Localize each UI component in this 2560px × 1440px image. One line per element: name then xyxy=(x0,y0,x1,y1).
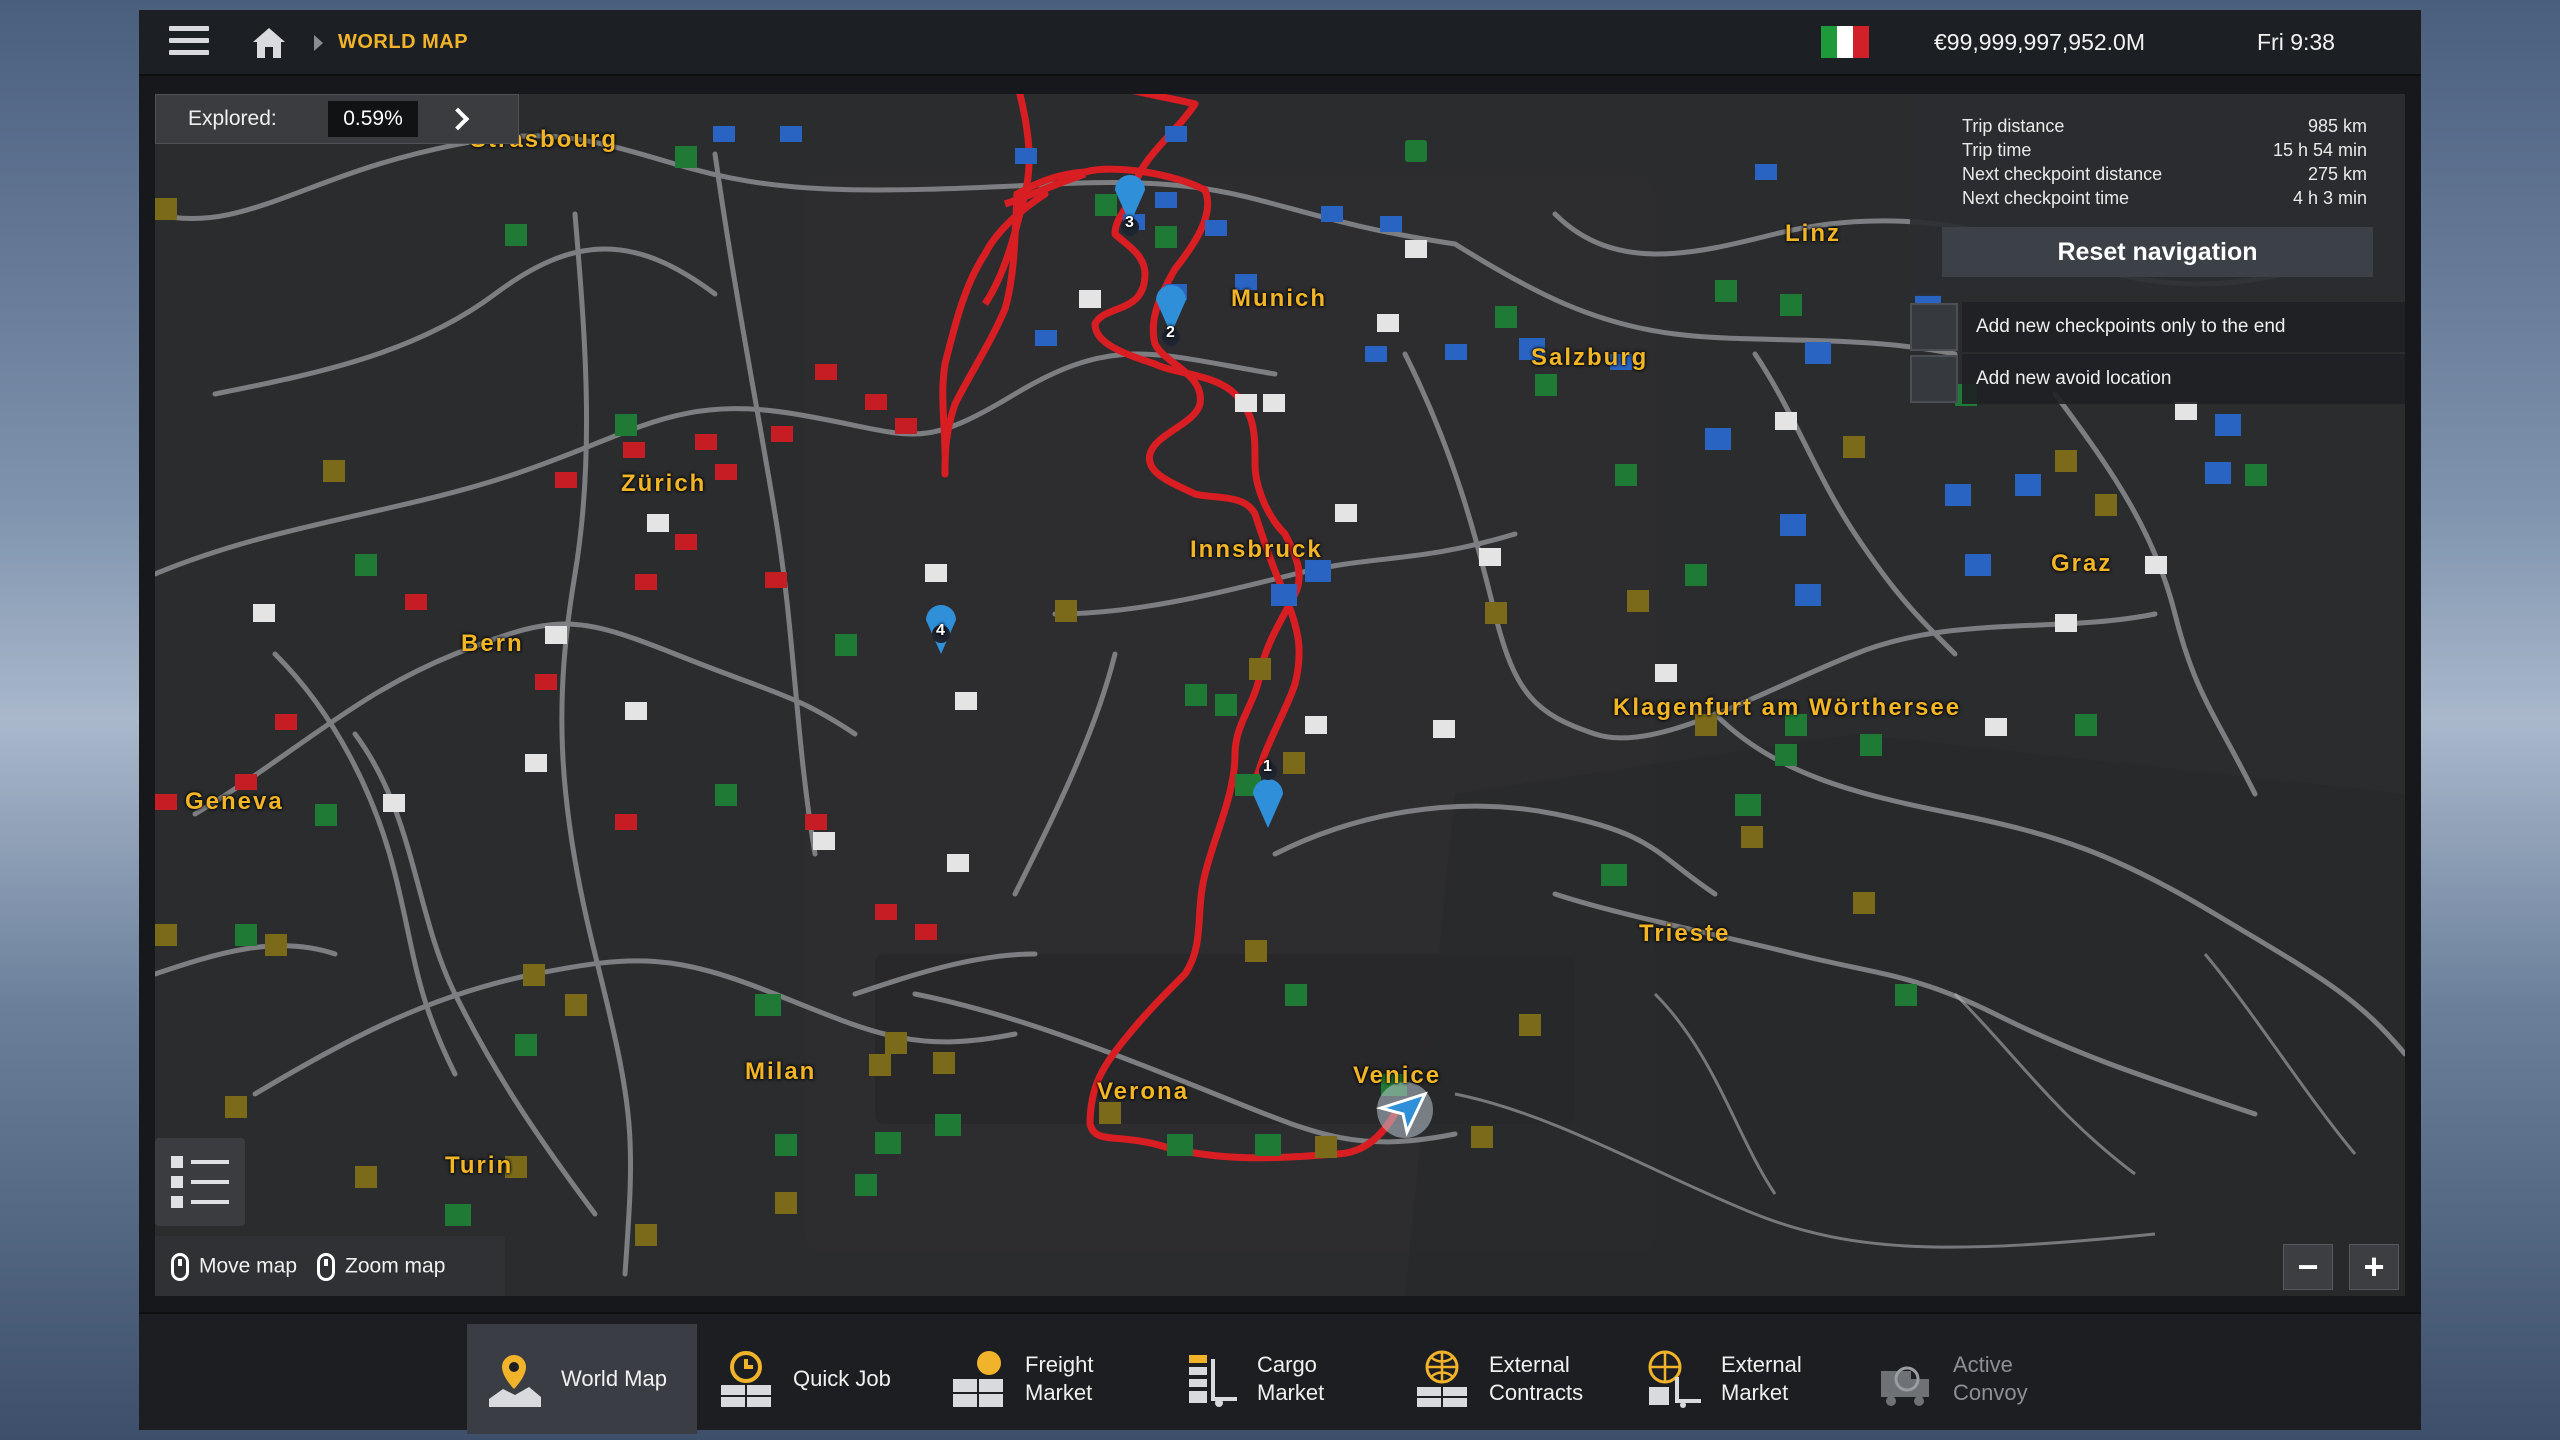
tab-label: Quick Job xyxy=(793,1366,891,1391)
active-convoy-icon xyxy=(1881,1366,1929,1406)
checkbox[interactable] xyxy=(1910,355,1958,403)
checkpoint-4-label: 4 xyxy=(936,622,945,639)
tab-label: Freight Market xyxy=(1025,1352,1094,1405)
tab-quick-job[interactable]: Quick Job xyxy=(699,1324,929,1434)
breadcrumb: WORLD MAP xyxy=(338,31,469,53)
tab-label: External Contracts xyxy=(1489,1352,1584,1405)
freight-market-icon xyxy=(953,1351,1003,1407)
checkpoint-time-row: Next checkpoint time 4 h 3 min xyxy=(1962,188,2367,209)
city-label: Klagenfurt am Wörthersee xyxy=(1613,694,1962,721)
checkpoint-1-label: 1 xyxy=(1263,758,1272,775)
move-map-hint: Move map xyxy=(171,1253,297,1281)
move-map-label: Move map xyxy=(199,1254,298,1278)
checkpoints-to-end-label: Add new checkpoints only to the end xyxy=(1962,302,2405,352)
trip-time-label: Trip time xyxy=(1962,140,2032,160)
avoid-location-label: Add new avoid location xyxy=(1962,354,2405,404)
breadcrumb-arrow-icon xyxy=(314,35,323,51)
checkbox[interactable] xyxy=(1910,303,1958,351)
mouse-left-icon xyxy=(171,1253,189,1281)
city-label: Salzburg xyxy=(1531,344,1649,371)
city-label: Graz xyxy=(2051,550,2113,577)
tab-active-convoy[interactable]: Active Convoy xyxy=(1859,1324,2089,1434)
chevron-right-icon[interactable] xyxy=(446,107,470,131)
checkpoints-to-end-option[interactable]: Add new checkpoints only to the end xyxy=(1910,302,2405,352)
zoom-in-button[interactable]: + xyxy=(2349,1244,2399,1290)
city-label: Bern xyxy=(461,630,524,657)
checkpoint-3-label: 3 xyxy=(1125,214,1134,231)
world-map[interactable]: 1 2 3 4 Strasbourg Munich Linz Salzburg … xyxy=(155,94,2405,1296)
game-window: WORLD MAP €99,999,997,952.0M Fri 9:38 1 … xyxy=(139,10,2421,1434)
city-label: Innsbruck xyxy=(1190,536,1323,563)
world-map-icon xyxy=(489,1355,541,1407)
reset-navigation-button[interactable]: Reset navigation xyxy=(1942,227,2373,277)
city-label: Geneva xyxy=(185,788,284,815)
player-location-icon xyxy=(1375,1082,1433,1138)
city-label: Venice xyxy=(1353,1062,1442,1089)
tab-label: External Market xyxy=(1721,1352,1802,1405)
explored-label: Explored: xyxy=(188,107,277,130)
top-bar: WORLD MAP €99,999,997,952.0M Fri 9:38 xyxy=(139,10,2421,76)
home-icon[interactable] xyxy=(249,24,289,62)
zoom-map-hint: Zoom map xyxy=(317,1253,445,1281)
tab-cargo-market[interactable]: Cargo Market xyxy=(1163,1324,1393,1434)
zoom-map-label: Zoom map xyxy=(345,1254,446,1278)
city-label: Zürich xyxy=(621,470,707,497)
tab-world-map[interactable]: World Map xyxy=(467,1324,697,1434)
city-label: Verona xyxy=(1097,1078,1190,1105)
tab-label: Active Convoy xyxy=(1953,1352,2028,1405)
explored-panel: Explored: 0.59% xyxy=(155,94,519,144)
mouse-wheel-icon xyxy=(317,1253,336,1281)
checkpoint-distance-value: 275 km xyxy=(2307,164,2367,184)
legend-icon[interactable] xyxy=(155,1138,245,1226)
city-label: Trieste xyxy=(1639,920,1731,947)
checkpoint-2-label: 2 xyxy=(1166,324,1175,341)
external-market-icon xyxy=(1648,1350,1701,1408)
tab-freight-market[interactable]: Freight Market xyxy=(931,1324,1161,1434)
tab-external-market[interactable]: External Market xyxy=(1627,1324,1857,1434)
menu-icon[interactable] xyxy=(169,26,209,60)
explored-value: 0.59% xyxy=(328,101,418,137)
cargo-market-icon xyxy=(1189,1355,1237,1407)
trip-info-panel: Trip distance 985 km Trip time 15 h 54 m… xyxy=(1910,94,2405,296)
tab-label: World Map xyxy=(561,1366,667,1391)
checkpoint-time-label: Next checkpoint time xyxy=(1962,188,2130,208)
game-time: Fri 9:38 xyxy=(2257,29,2335,55)
money-display: €99,999,997,952.0M xyxy=(1934,29,2146,55)
trip-distance-label: Trip distance xyxy=(1962,116,2065,136)
trip-distance-value: 985 km xyxy=(2307,116,2367,136)
trip-time-row: Trip time 15 h 54 min xyxy=(1962,140,2367,161)
tab-label: Cargo Market xyxy=(1257,1352,1325,1405)
city-label: Linz xyxy=(1785,220,1841,247)
quick-job-icon xyxy=(721,1351,771,1407)
controls-hint: Move map Zoom map xyxy=(155,1236,505,1296)
city-label: Turin xyxy=(445,1152,514,1179)
zoom-out-button[interactable]: − xyxy=(2283,1244,2333,1290)
flag-icon xyxy=(1821,26,1869,58)
bottom-nav: World Map Quick Job Freight Market Cargo… xyxy=(139,1312,2421,1434)
trip-distance-row: Trip distance 985 km xyxy=(1962,116,2367,137)
checkpoint-distance-label: Next checkpoint distance xyxy=(1962,164,2163,184)
checkpoint-distance-row: Next checkpoint distance 275 km xyxy=(1962,164,2367,185)
external-contracts-icon xyxy=(1417,1350,1467,1407)
tab-external-contracts[interactable]: External Contracts xyxy=(1395,1324,1625,1434)
city-label: Munich xyxy=(1231,285,1327,312)
checkpoint-time-value: 4 h 3 min xyxy=(2292,188,2367,208)
trip-time-value: 15 h 54 min xyxy=(2272,140,2367,160)
avoid-location-option[interactable]: Add new avoid location xyxy=(1910,354,2405,404)
city-label: Milan xyxy=(745,1058,817,1085)
